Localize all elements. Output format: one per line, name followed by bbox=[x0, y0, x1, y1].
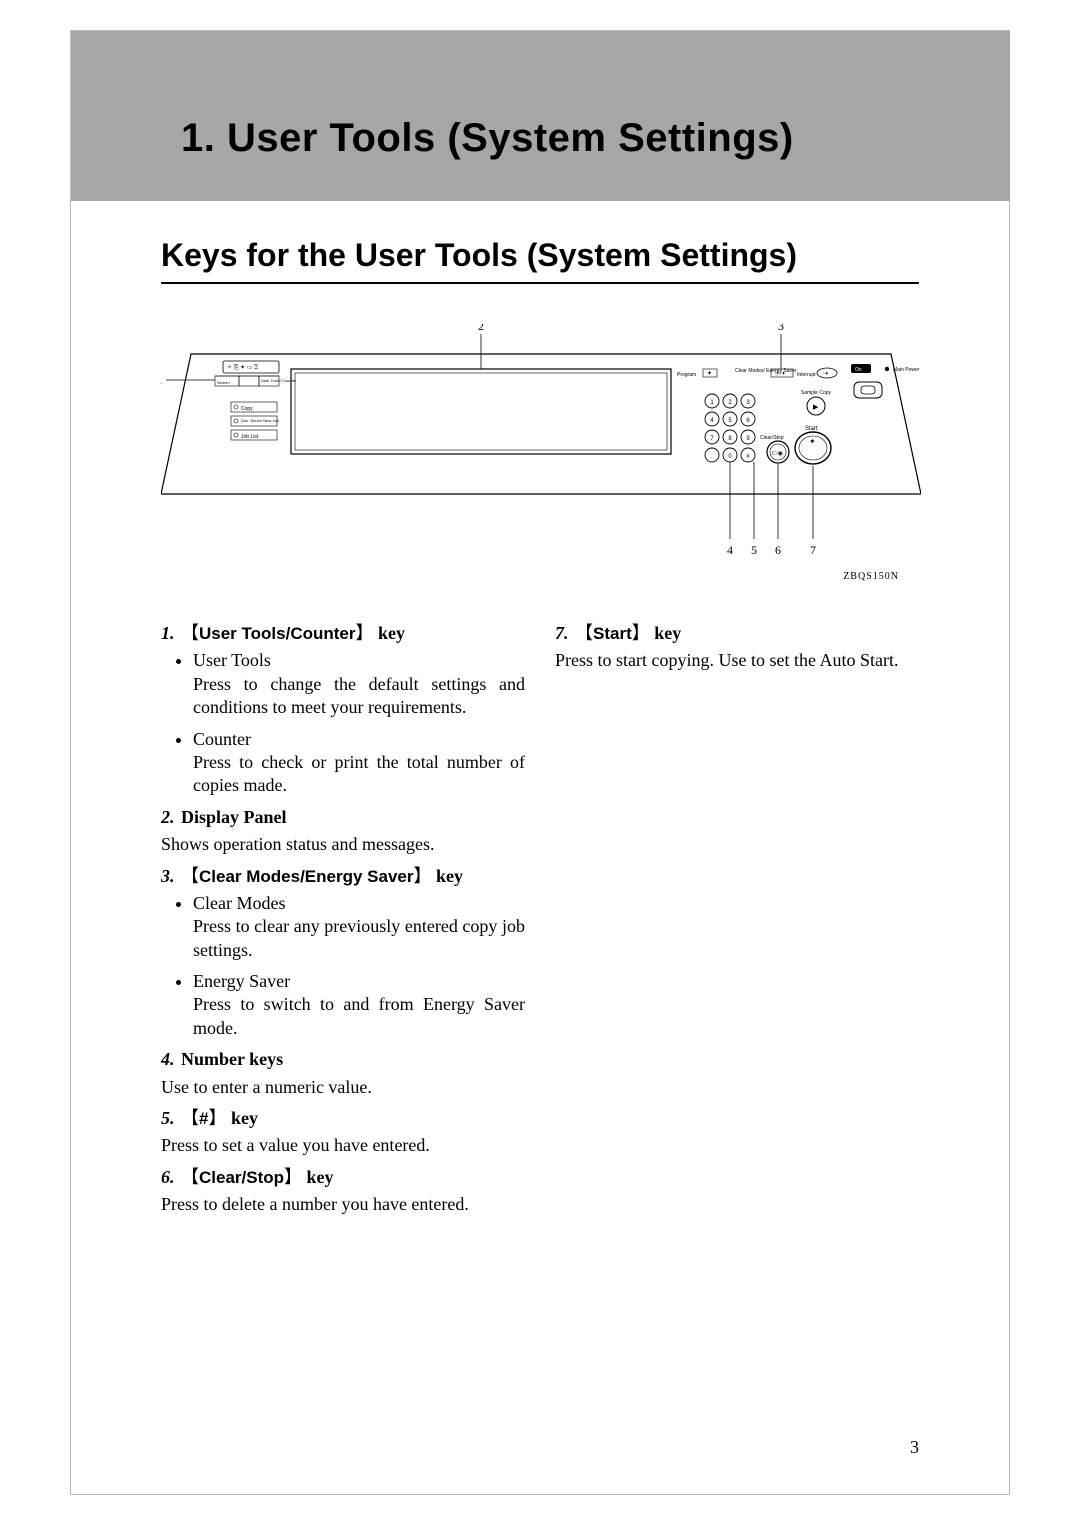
svg-text:6: 6 bbox=[746, 418, 750, 424]
callout-label: 6 bbox=[775, 543, 781, 557]
figure-id: ZBQS150N bbox=[843, 571, 899, 582]
label-program: Program bbox=[677, 372, 696, 378]
key-item-description: Press to delete a number you have entere… bbox=[161, 1193, 525, 1216]
control-panel-figure: ✧ ⎘ ✦ ▭ ⍰ Screen User Tools/ Counter Cop… bbox=[161, 324, 919, 574]
svg-text:.: . bbox=[711, 454, 713, 460]
right-column: 7. 【Start】 key Press to start copying. Us… bbox=[555, 614, 919, 1225]
label-clear-stop: Clear/Stop bbox=[760, 435, 784, 441]
label-interrupt: Interrupt bbox=[797, 372, 816, 378]
key-item-heading: 6. 【Clear/Stop】 key bbox=[161, 1166, 525, 1189]
svg-text:✦: ✦ bbox=[809, 437, 816, 446]
key-item-description: Press to start copying. Use to set the A… bbox=[555, 649, 919, 672]
label-copy: Copy bbox=[241, 406, 253, 412]
key-item-description: Press to set a value you have entered. bbox=[161, 1134, 525, 1157]
key-bullet: Energy SaverPress to switch to and from … bbox=[193, 970, 525, 1040]
key-item-heading: 1. 【User Tools/Counter】 key bbox=[161, 622, 525, 645]
label-start: Start bbox=[805, 426, 818, 432]
key-item-heading: 4. Number keys bbox=[161, 1048, 525, 1071]
label-sample-copy: Sample Copy bbox=[801, 390, 832, 396]
key-item-heading: 5. 【#】 key bbox=[161, 1107, 525, 1130]
chapter-title: 1. User Tools (System Settings) bbox=[181, 116, 980, 161]
svg-text:▶: ▶ bbox=[813, 403, 819, 411]
callout-label: 5 bbox=[751, 543, 757, 557]
svg-text:✧ ⎘ ✦ ▭ ⍰: ✧ ⎘ ✦ ▭ ⍰ bbox=[227, 364, 258, 371]
page: 1. User Tools (System Settings) Keys for… bbox=[70, 30, 1010, 1495]
label-doc-server: Doc. Server New Job bbox=[241, 418, 280, 423]
key-item-heading: 2. Display Panel bbox=[161, 806, 525, 829]
callout-label: 3 bbox=[778, 324, 784, 333]
key-item-bullets: User ToolsPress to change the default se… bbox=[181, 649, 525, 797]
svg-text:2: 2 bbox=[728, 400, 732, 406]
key-bullet: CounterPress to check or print the total… bbox=[193, 728, 525, 798]
section-title: Keys for the User Tools (System Settings… bbox=[161, 237, 919, 284]
key-item-description: Use to enter a numeric value. bbox=[161, 1076, 525, 1099]
callout-label: 4 bbox=[727, 543, 733, 557]
label-screen: Screen bbox=[217, 380, 230, 385]
svg-text:#: # bbox=[746, 454, 750, 460]
svg-text:-✦: -✦ bbox=[823, 371, 829, 377]
callout-label: 7 bbox=[810, 543, 816, 557]
svg-text:9: 9 bbox=[746, 436, 750, 442]
key-item-bullets: Clear ModesPress to clear any previously… bbox=[181, 892, 525, 1040]
key-item-heading: 7. 【Start】 key bbox=[555, 622, 919, 645]
callout-label: 1 bbox=[161, 373, 163, 387]
svg-text:5: 5 bbox=[728, 418, 732, 424]
key-item-heading: 3. 【Clear Modes/Energy Saver】 key bbox=[161, 865, 525, 888]
key-bullet: User ToolsPress to change the default se… bbox=[193, 649, 525, 719]
label-main-power: Main Power bbox=[893, 367, 920, 373]
svg-text:✦: ✦ bbox=[707, 370, 712, 377]
control-panel-svg: ✧ ⎘ ✦ ▭ ⍰ Screen User Tools/ Counter Cop… bbox=[161, 324, 921, 574]
key-definitions: 1. 【User Tools/Counter】 key User ToolsPre… bbox=[161, 614, 919, 1225]
svg-text:8: 8 bbox=[728, 436, 732, 442]
left-column: 1. 【User Tools/Counter】 key User ToolsPre… bbox=[161, 614, 525, 1225]
svg-text:C/◉: C/◉ bbox=[772, 451, 783, 457]
label-job-list: Job List bbox=[241, 434, 259, 440]
label-on: On bbox=[855, 367, 862, 373]
page-number: 3 bbox=[910, 1437, 919, 1458]
svg-text:7: 7 bbox=[710, 436, 714, 442]
label-user-tools: User Tools/ Counter bbox=[261, 378, 297, 383]
svg-text:0: 0 bbox=[728, 454, 732, 460]
svg-text:4: 4 bbox=[710, 418, 714, 424]
svg-text:3: 3 bbox=[746, 400, 750, 406]
chapter-header-band: 1. User Tools (System Settings) bbox=[71, 31, 1010, 201]
svg-text:⦿/✦: ⦿/✦ bbox=[775, 371, 786, 377]
callout-label: 2 bbox=[478, 324, 484, 333]
key-item-description: Shows operation status and messages. bbox=[161, 833, 525, 856]
key-bullet: Clear ModesPress to clear any previously… bbox=[193, 892, 525, 962]
svg-text:1: 1 bbox=[710, 400, 714, 406]
